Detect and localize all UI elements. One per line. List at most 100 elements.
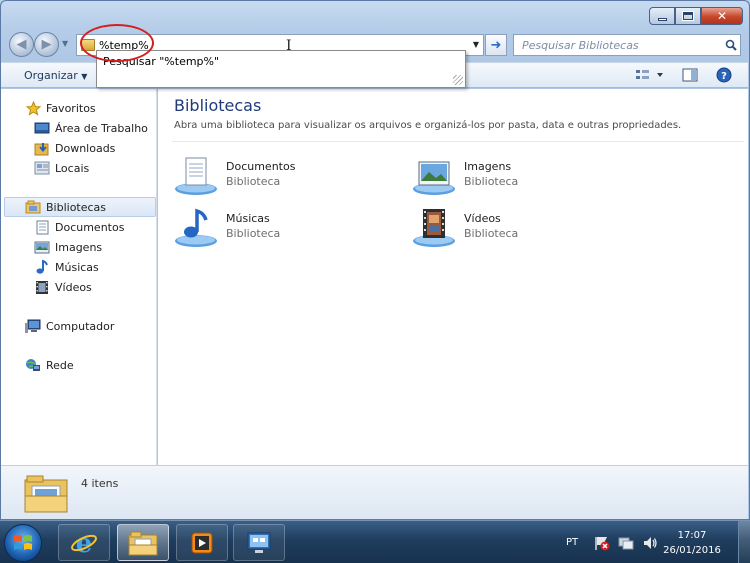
organize-label: Organizar <box>24 69 78 82</box>
taskbar-remote-desktop[interactable] <box>233 524 285 561</box>
address-autocomplete-popup: Pesquisar "%temp%" <box>96 50 466 88</box>
sidebar-item-downloads[interactable]: Downloads <box>34 138 154 158</box>
volume-icon[interactable] <box>642 535 658 551</box>
preview-pane-button[interactable] <box>680 67 700 83</box>
sidebar-item-libraries[interactable]: Bibliotecas <box>4 197 156 217</box>
recent-pages-dropdown[interactable]: ▼ <box>62 39 68 48</box>
star-icon <box>25 100 41 116</box>
music-library-icon <box>175 208 217 247</box>
taskbar-internet-explorer[interactable]: e <box>58 524 110 561</box>
preview-pane-icon <box>682 68 698 82</box>
show-desktop-button[interactable] <box>738 521 750 563</box>
view-controls: ? <box>634 67 734 83</box>
libraries-icon <box>25 199 41 215</box>
sidebar-item-label: Rede <box>46 358 74 372</box>
sidebar-item-desktop[interactable]: Área de Trabalho <box>34 118 154 138</box>
library-tile-name: Imagens <box>464 160 512 173</box>
system-tray <box>594 535 658 551</box>
network-globe-icon <box>25 357 41 373</box>
library-tile-name: Vídeos <box>464 212 501 225</box>
film-icon <box>34 279 50 295</box>
resize-grip-icon[interactable] <box>453 75 463 85</box>
pictures-library-icon <box>413 161 455 195</box>
help-button[interactable]: ? <box>714 67 734 83</box>
library-tile-videos[interactable]: Vídeos Biblioteca <box>412 208 632 252</box>
input-language[interactable]: PT <box>566 537 578 548</box>
clock-time: 17:07 <box>677 530 707 541</box>
documents-library-icon <box>175 157 217 195</box>
details-pane: 4 itens <box>1 465 748 519</box>
forward-arrow-icon: ▶ <box>41 37 52 52</box>
sidebar-item-favorites[interactable]: Favoritos <box>25 98 155 118</box>
forward-button[interactable]: ▶ <box>34 32 59 57</box>
sidebar-item-documents[interactable]: Documentos <box>34 217 154 237</box>
sidebar-item-label: Músicas <box>55 260 99 274</box>
computer-icon <box>25 318 41 334</box>
explorer-folder-icon <box>128 531 158 555</box>
internet-explorer-icon: e <box>71 529 97 558</box>
search-placeholder: Pesquisar Bibliotecas <box>522 38 639 52</box>
content-pane: Bibliotecas Abra uma biblioteca para vis… <box>158 89 748 465</box>
go-button[interactable]: ➜ <box>485 34 507 56</box>
back-button[interactable]: ◀ <box>9 32 34 57</box>
action-center-flag-icon[interactable] <box>594 535 610 551</box>
videos-library-icon <box>413 209 455 247</box>
taskbar-windows-explorer[interactable] <box>117 524 169 561</box>
navigation-pane: Favoritos Área de Trabalho Downloads Loc… <box>1 89 157 465</box>
network-status-icon[interactable] <box>618 535 634 551</box>
sidebar-item-label: Favoritos <box>46 101 96 115</box>
address-history-dropdown[interactable]: ▼ <box>473 40 479 49</box>
sidebar-item-images[interactable]: Imagens <box>34 237 154 257</box>
sidebar-item-locals[interactable]: Locais <box>34 158 154 178</box>
libraries-large-icon <box>24 475 68 513</box>
close-icon: ✕ <box>716 9 728 23</box>
back-arrow-icon: ◀ <box>16 37 27 52</box>
item-count: 4 itens <box>81 477 119 490</box>
clock-date: 26/01/2016 <box>663 545 721 556</box>
help-icon: ? <box>716 67 732 83</box>
sidebar-item-computer[interactable]: Computador <box>25 316 155 336</box>
taskbar: e PT 17:07 26/01/2016 <box>0 520 750 563</box>
chevron-down-icon: ▼ <box>81 72 88 81</box>
minimize-button[interactable] <box>649 7 675 25</box>
recent-places-icon <box>34 160 50 176</box>
change-view-button[interactable] <box>634 67 666 83</box>
search-suggestion-item[interactable]: Pesquisar "%temp%" <box>103 55 219 68</box>
search-box[interactable]: Pesquisar Bibliotecas <box>513 34 741 56</box>
sidebar-item-label: Locais <box>55 161 90 175</box>
sidebar-item-label: Área de Trabalho <box>55 121 148 135</box>
close-button[interactable]: ✕ <box>701 7 743 25</box>
minimize-icon <box>657 17 667 21</box>
library-tile-type: Biblioteca <box>226 175 281 188</box>
library-tile-music[interactable]: Músicas Biblioteca <box>174 208 394 252</box>
sidebar-item-label: Imagens <box>55 240 103 254</box>
start-button[interactable] <box>4 524 42 562</box>
sidebar-item-music[interactable]: Músicas <box>34 257 154 277</box>
go-arrow-icon: ➜ <box>490 37 502 53</box>
taskbar-media-player[interactable] <box>176 524 228 561</box>
maximize-button[interactable] <box>675 7 701 25</box>
music-note-icon <box>34 259 50 275</box>
sidebar-item-label: Vídeos <box>55 280 92 294</box>
document-icon <box>34 219 50 235</box>
library-tile-name: Músicas <box>226 212 270 225</box>
library-tile-images[interactable]: Imagens Biblioteca <box>412 156 632 200</box>
sidebar-item-videos[interactable]: Vídeos <box>34 277 154 297</box>
sidebar-item-network[interactable]: Rede <box>25 355 155 375</box>
library-tile-type: Biblioteca <box>464 175 519 188</box>
sidebar-item-label: Downloads <box>55 141 116 155</box>
libraries-folder-icon <box>81 39 95 51</box>
taskbar-clock[interactable]: 17:07 26/01/2016 <box>662 528 722 558</box>
library-tile-name: Documentos <box>226 160 296 173</box>
library-tile-type: Biblioteca <box>226 227 281 240</box>
organize-menu-button[interactable]: Organizar ▼ <box>24 69 87 82</box>
svg-text:e: e <box>76 529 93 558</box>
page-subtitle: Abra uma biblioteca para visualizar os a… <box>174 120 682 131</box>
desktop-icon <box>34 120 50 136</box>
search-icon[interactable] <box>722 39 740 51</box>
library-tile-documents[interactable]: Documentos Biblioteca <box>174 156 394 200</box>
picture-icon <box>34 239 50 255</box>
view-options-icon <box>636 70 663 79</box>
maximize-icon <box>682 11 694 21</box>
library-tile-type: Biblioteca <box>464 227 519 240</box>
